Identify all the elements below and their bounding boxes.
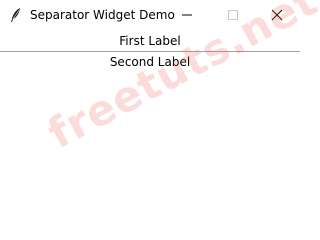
window-content: First Label Second Label	[0, 30, 300, 230]
horizontal-separator	[0, 51, 300, 53]
window-title: Separator Widget Demo	[30, 8, 175, 22]
app-window: Separator Widget Demo First Label Second…	[0, 0, 320, 230]
close-icon	[271, 9, 283, 21]
maximize-button[interactable]	[210, 0, 256, 30]
maximize-icon	[228, 10, 238, 20]
feather-icon[interactable]	[9, 7, 23, 23]
minimize-button[interactable]	[164, 0, 210, 30]
minimize-icon	[182, 14, 192, 16]
title-bar[interactable]: Separator Widget Demo	[0, 0, 300, 30]
second-label: Second Label	[109, 55, 191, 69]
close-button[interactable]	[254, 0, 300, 30]
first-label: First Label	[119, 34, 181, 48]
